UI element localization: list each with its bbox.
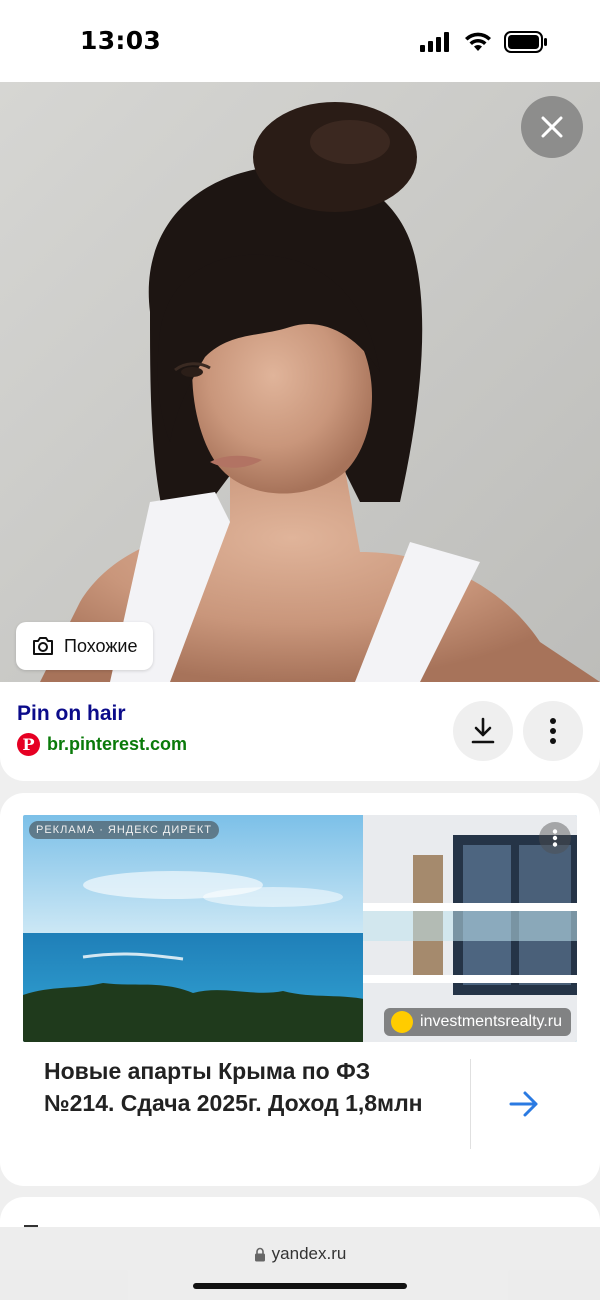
download-icon: [471, 717, 495, 744]
close-icon: [541, 116, 563, 138]
arrow-right-icon[interactable]: [506, 1086, 542, 1122]
status-bar: 13:03: [0, 0, 600, 82]
ad-favicon-icon: [391, 1011, 414, 1033]
ad-divider: [470, 1059, 471, 1149]
ad-image[interactable]: РЕКЛАМА · ЯНДЕКС ДИРЕКТ investmentsrealt…: [23, 815, 577, 1042]
close-button[interactable]: [521, 96, 583, 158]
camera-search-icon: [33, 637, 53, 655]
ad-menu-button[interactable]: [539, 822, 571, 854]
portrait-photo: [0, 82, 600, 682]
status-icons: [420, 30, 548, 54]
more-vertical-icon: [550, 718, 556, 744]
pinterest-logo-icon: P: [17, 733, 40, 756]
ad-card[interactable]: РЕКЛАМА · ЯНДЕКС ДИРЕКТ investmentsrealt…: [0, 793, 600, 1186]
similar-images-button[interactable]: Похожие: [16, 622, 154, 670]
battery-icon: [504, 31, 547, 53]
ad-label: РЕКЛАМА · ЯНДЕКС ДИРЕКТ: [29, 821, 220, 839]
image-viewer[interactable]: Похожие: [0, 82, 600, 682]
home-indicator[interactable]: [193, 1283, 407, 1289]
similar-button-label: Похожие: [64, 635, 138, 656]
result-source[interactable]: P br.pinterest.com: [17, 733, 187, 756]
lock-icon: [254, 1247, 265, 1261]
more-vertical-icon: [552, 829, 558, 847]
result-info-card: Pin on hair P br.pinterest.com: [0, 682, 600, 781]
more-options-button[interactable]: [523, 701, 583, 761]
url-text: yandex.ru: [271, 1244, 347, 1263]
result-title[interactable]: Pin on hair: [17, 702, 126, 726]
source-domain[interactable]: br.pinterest.com: [47, 734, 187, 755]
ad-headline[interactable]: Новые апарты Крыма по ФЗ №214. Сдача 202…: [44, 1055, 444, 1119]
ad-domain-badge[interactable]: investmentsrealty.ru: [384, 1008, 571, 1036]
ad-domain-text: investmentsrealty.ru: [420, 1013, 562, 1030]
status-time: 13:03: [80, 26, 162, 55]
wifi-icon: [465, 32, 491, 51]
signal-icon: [420, 32, 449, 52]
address-display[interactable]: yandex.ru: [0, 1244, 600, 1264]
download-button[interactable]: [453, 701, 513, 761]
browser-url-bar[interactable]: yandex.ru: [0, 1227, 600, 1300]
